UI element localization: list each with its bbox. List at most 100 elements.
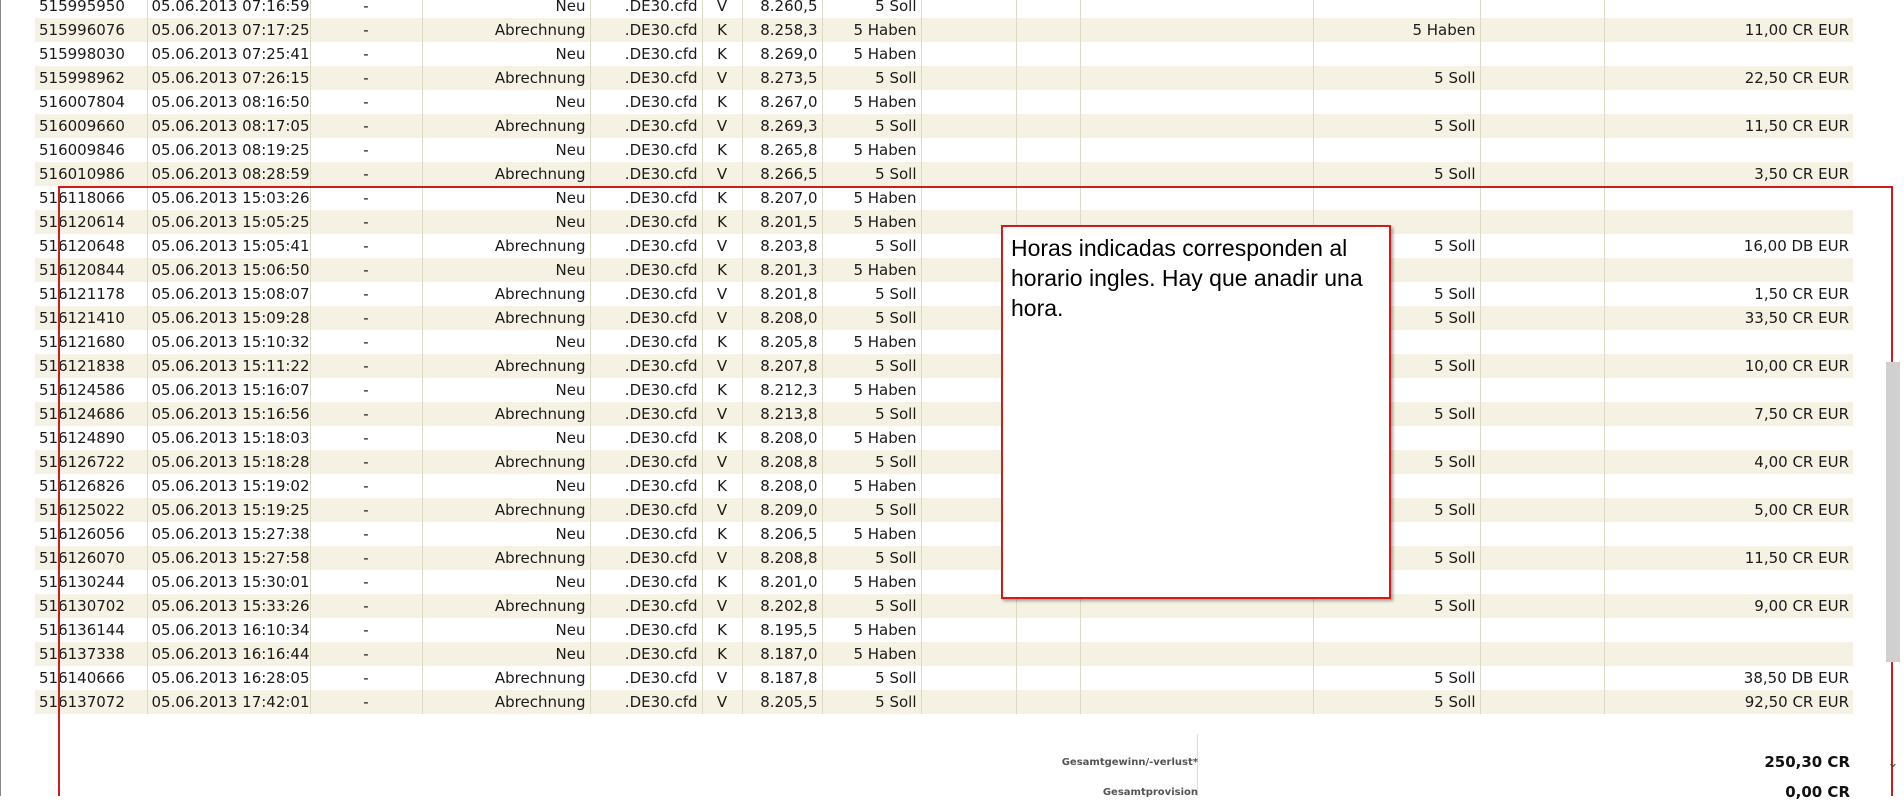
cell-dash: - — [310, 594, 423, 618]
cell-empty — [1480, 594, 1605, 618]
gesamtprovision-value: 0,00 CR — [1785, 783, 1850, 801]
table-row: 516007804 05.06.2013 08:16:50- Neu .DE30.cf… — [35, 90, 1853, 114]
cell-instrument: .DE30.cfd — [590, 138, 703, 162]
cell-amount: 92,50 CR EUR — [1604, 690, 1853, 714]
scroll-down-arrow-icon[interactable]: ⌄ — [1886, 756, 1900, 772]
cell-type: Abrechnung — [422, 234, 591, 258]
cell-amount — [1604, 186, 1853, 210]
cell-empty — [1480, 474, 1605, 498]
cell-datetime: 05.06.2013 15:16:07 — [147, 378, 311, 402]
cell-instrument: .DE30.cfd — [590, 570, 703, 594]
cell-price: 8.266,5 — [742, 162, 823, 186]
cell-empty — [1480, 690, 1605, 714]
cell-side: K — [702, 138, 743, 162]
cell-type: Neu — [422, 258, 591, 282]
cell-datetime: 05.06.2013 15:11:22 — [147, 354, 311, 378]
cell-price: 8.195,5 — [742, 618, 823, 642]
cell-qty: 5 Soll — [822, 0, 922, 18]
cell-empty — [1016, 162, 1081, 186]
cell-empty — [1480, 570, 1605, 594]
cell-amount — [1604, 42, 1853, 66]
cell-empty — [1480, 90, 1605, 114]
cell-empty — [1016, 186, 1081, 210]
cell-price: 8.265,8 — [742, 138, 823, 162]
cell-empty — [1016, 0, 1081, 18]
cell-qty: 5 Soll — [822, 690, 922, 714]
cell-side: K — [702, 474, 743, 498]
cell-id: 516126070 — [35, 546, 148, 570]
cell-type: Neu — [422, 0, 591, 18]
cell-empty — [921, 618, 1017, 642]
transactions-table: 515995950 05.06.2013 07:16:59- Neu .DE30.cf… — [35, 0, 1853, 714]
cell-datetime: 05.06.2013 08:16:50 — [147, 90, 311, 114]
cell-instrument: .DE30.cfd — [590, 186, 703, 210]
cell-qty: 5 Haben — [822, 210, 922, 234]
table-row: 516121410 05.06.2013 15:09:28- Abrechnung.… — [35, 306, 1853, 330]
cell-side: V — [702, 450, 743, 474]
cell-id: 516124686 — [35, 402, 148, 426]
cell-amount: 4,00 CR EUR — [1604, 450, 1853, 474]
cell-datetime: 05.06.2013 15:19:25 — [147, 498, 311, 522]
cell-datetime: 05.06.2013 15:05:41 — [147, 234, 311, 258]
cell-id: 516126056 — [35, 522, 148, 546]
cell-price: 8.267,0 — [742, 90, 823, 114]
cell-dash: - — [310, 114, 423, 138]
cell-qty: 5 Haben — [822, 570, 922, 594]
scrollbar-thumb[interactable] — [1886, 362, 1900, 662]
cell-status: 5 Soll — [1313, 690, 1481, 714]
cell-side: K — [702, 210, 743, 234]
vertical-scrollbar[interactable]: ⌄ — [1884, 0, 1902, 796]
cell-qty: 5 Soll — [822, 402, 922, 426]
cell-empty — [1480, 546, 1605, 570]
cell-empty — [1080, 186, 1314, 210]
cell-dash: - — [310, 234, 423, 258]
cell-empty — [1480, 162, 1605, 186]
summary-row-gesamtprovision: Gesamtprovision 0,00 CR — [35, 782, 1853, 804]
cell-empty — [1016, 90, 1081, 114]
cell-instrument: .DE30.cfd — [590, 234, 703, 258]
cell-qty: 5 Soll — [822, 66, 922, 90]
cell-dash: - — [310, 474, 423, 498]
cell-datetime: 05.06.2013 07:25:41 — [147, 42, 311, 66]
cell-qty: 5 Haben — [822, 18, 922, 42]
cell-dash: - — [310, 618, 423, 642]
cell-empty — [1480, 354, 1605, 378]
transactions-table-container: 515995950 05.06.2013 07:16:59- Neu .DE30.cf… — [35, 0, 1853, 796]
table-row: 516118066 05.06.2013 15:03:26- Neu .DE30.cf… — [35, 186, 1853, 210]
cell-datetime: 05.06.2013 16:16:44 — [147, 642, 311, 666]
cell-empty — [1080, 618, 1314, 642]
cell-qty: 5 Soll — [822, 498, 922, 522]
cell-amount: 7,50 CR EUR — [1604, 402, 1853, 426]
cell-id: 516125022 — [35, 498, 148, 522]
cell-qty: 5 Soll — [822, 666, 922, 690]
cell-empty — [921, 186, 1017, 210]
cell-datetime: 05.06.2013 08:19:25 — [147, 138, 311, 162]
cell-id: 516140666 — [35, 666, 148, 690]
cell-price: 8.208,0 — [742, 426, 823, 450]
cell-empty — [1480, 210, 1605, 234]
cell-empty — [1480, 378, 1605, 402]
cell-datetime: 05.06.2013 16:28:05 — [147, 666, 311, 690]
cell-side: V — [702, 306, 743, 330]
cell-datetime: 05.06.2013 17:42:01 — [147, 690, 311, 714]
cell-status — [1313, 90, 1481, 114]
cell-price: 8.187,0 — [742, 642, 823, 666]
cell-type: Abrechnung — [422, 450, 591, 474]
cell-dash: - — [310, 570, 423, 594]
cell-type: Neu — [422, 210, 591, 234]
cell-empty — [1480, 138, 1605, 162]
table-row: 516121838 05.06.2013 15:11:22- Abrechnung.… — [35, 354, 1853, 378]
cell-amount — [1604, 138, 1853, 162]
gesamtgewinn-value: 250,30 CR — [1764, 753, 1850, 771]
summary-section: Gesamtgewinn/-verlust* 250,30 CR Gesamtp… — [35, 734, 1853, 801]
cell-amount: 11,50 CR EUR — [1604, 114, 1853, 138]
cell-price: 8.201,3 — [742, 258, 823, 282]
cell-dash: - — [310, 90, 423, 114]
cell-empty — [921, 162, 1017, 186]
cell-type: Abrechnung — [422, 114, 591, 138]
cell-datetime: 05.06.2013 15:30:01 — [147, 570, 311, 594]
cell-status: 5 Haben — [1313, 18, 1481, 42]
cell-empty — [1480, 426, 1605, 450]
table-row: 516136144 05.06.2013 16:10:34- Neu .DE30.cf… — [35, 618, 1853, 642]
cell-qty: 5 Haben — [822, 258, 922, 282]
